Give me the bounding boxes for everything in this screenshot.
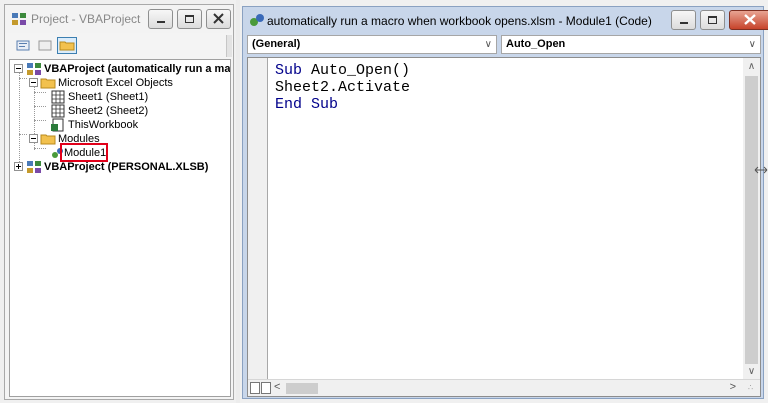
tree-item-thisworkbook[interactable]: ThisWorkbook [10,118,230,132]
code-keyword: Sub [275,62,303,79]
collapse-toggle[interactable] [14,64,23,73]
tree-item-label: Sheet1 (Sheet1) [68,91,149,103]
project-tree: VBAProject (automatically run a macro wl… [9,59,231,397]
resize-cursor-icon [754,166,768,174]
margin-indicator-bar[interactable] [248,58,268,396]
close-button[interactable] [729,10,768,30]
code-line: Sheet2.Activate [275,79,411,96]
object-dropdown-value: (General) [252,38,301,50]
project-toolbar [5,33,233,57]
view-object-icon [38,40,52,51]
close-icon [213,13,224,24]
view-code-icon [16,40,30,51]
toggle-folders-button[interactable] [57,37,77,54]
procedure-view-icon[interactable] [250,382,260,394]
horizontal-scrollbar[interactable]: < > ∴ [248,379,760,396]
chevron-down-icon: ∨ [748,39,756,50]
pane-splitter[interactable] [236,0,240,403]
code-title-bar[interactable]: automatically run a macro when workbook … [243,7,768,33]
object-dropdown[interactable]: (General) ∨ [247,35,497,54]
tree-item-sheet2[interactable]: Sheet2 (Sheet2) [10,104,230,118]
project-window-title: Project - VBAProject [31,12,141,26]
procedure-dropdown-value: Auto_Open [506,38,566,50]
folder-icon [40,134,56,145]
full-module-view-icon[interactable] [261,382,271,394]
vba-project-icon [27,63,41,75]
minimize-icon [157,21,165,23]
vba-project-icon [12,13,26,25]
code-text[interactable]: Sub Auto_Open() Sheet2.Activate End Sub [275,62,410,113]
minimize-icon [680,22,688,24]
collapse-toggle[interactable] [29,78,38,87]
code-window-title: automatically run a macro when workbook … [267,14,652,28]
code-keyword: End Sub [275,96,339,113]
scroll-left-icon[interactable]: < [274,381,280,393]
tree-item-excel-objects[interactable]: Microsoft Excel Objects [10,76,230,90]
tree-item-label: VBAProject (automatically run a macro wl [44,63,231,75]
folder-icon [59,41,75,51]
module-icon [250,14,264,26]
maximize-icon [185,15,194,23]
minimize-button[interactable] [148,9,173,29]
collapse-toggle[interactable] [29,134,38,143]
tree-item-module1[interactable]: Module1 [10,143,230,162]
view-object-button[interactable] [35,37,55,54]
tree-item-personal-vbaproject[interactable]: VBAProject (PERSONAL.XLSB) [10,160,230,174]
tree-item-vbaproject[interactable]: VBAProject (automatically run a macro wl [10,62,231,76]
toolbar-overflow-chevron[interactable] [226,35,232,57]
scroll-right-icon[interactable]: > [730,381,736,393]
tree-item-modules[interactable]: Modules [10,132,230,146]
workbook-icon [51,118,64,132]
project-explorer-window: Project - VBAProject VBAProject (automat… [4,4,234,400]
horizontal-scroll-thumb[interactable] [286,383,318,394]
scroll-down-icon[interactable]: ∨ [743,363,760,380]
code-token: Auto_Open() [302,62,411,79]
scroll-thumb[interactable] [745,76,758,364]
code-combos: (General) ∨ Auto_Open ∨ [247,35,761,55]
expand-toggle[interactable] [14,162,23,171]
maximize-button[interactable] [700,10,725,30]
scroll-up-icon[interactable]: ∧ [743,58,760,75]
maximize-icon [708,16,717,24]
close-icon [744,14,756,25]
worksheet-icon [51,104,65,118]
tree-item-label: Microsoft Excel Objects [58,77,173,89]
code-editor[interactable]: Sub Auto_Open() Sheet2.Activate End Sub … [247,57,761,397]
chevron-down-icon: ∨ [484,39,492,50]
procedure-dropdown[interactable]: Auto_Open ∨ [501,35,761,54]
code-window: automatically run a macro when workbook … [242,6,768,399]
view-code-button[interactable] [13,37,33,54]
maximize-button[interactable] [177,9,202,29]
tree-item-label: Sheet2 (Sheet2) [68,105,149,117]
vertical-scrollbar[interactable]: ∧ ∨ [743,58,760,380]
vba-project-icon [27,161,41,173]
worksheet-icon [51,90,65,104]
tree-item-label: VBAProject (PERSONAL.XLSB) [44,161,209,173]
project-title-bar[interactable]: Project - VBAProject [5,5,233,33]
resize-grip-icon[interactable]: ∴ [748,384,758,394]
folder-icon [40,78,56,89]
minimize-button[interactable] [671,10,696,30]
close-button[interactable] [206,9,231,29]
tree-item-label: ThisWorkbook [68,119,139,131]
tree-item-sheet1[interactable]: Sheet1 (Sheet1) [10,90,230,104]
